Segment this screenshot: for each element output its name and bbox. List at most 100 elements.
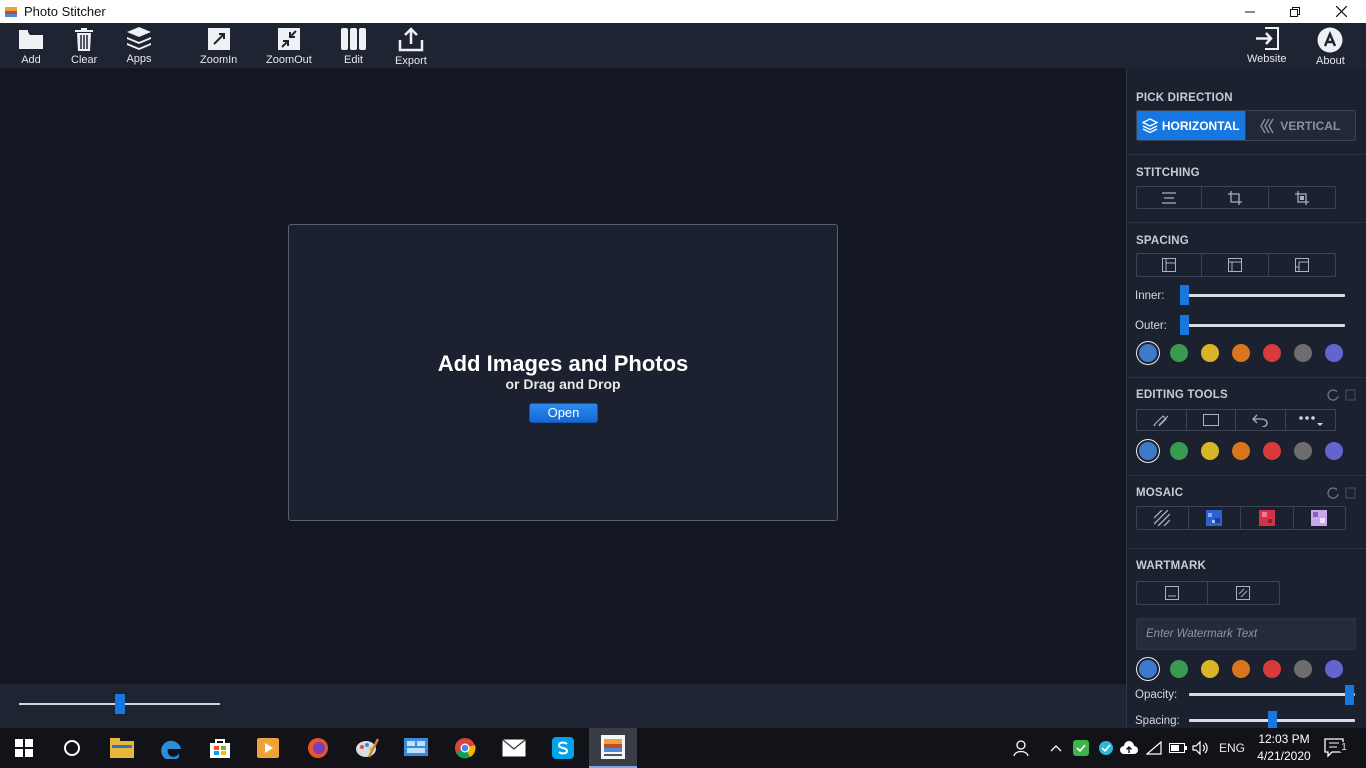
swatch-orange[interactable]	[1232, 442, 1250, 460]
swatch-red[interactable]	[1263, 344, 1281, 362]
swatch-purple[interactable]	[1325, 344, 1343, 362]
swatch-orange[interactable]	[1232, 660, 1250, 678]
swatch-green[interactable]	[1170, 344, 1188, 362]
skype-button[interactable]	[539, 728, 587, 768]
drop-zone[interactable]: Add Images and Photos or Drag and Drop O…	[288, 224, 838, 521]
inner-slider-thumb[interactable]	[1180, 285, 1189, 305]
action-center-button[interactable]: 1	[1324, 728, 1350, 768]
zoom-in-button[interactable]: ZoomIn	[200, 26, 237, 66]
minimize-button[interactable]	[1227, 0, 1273, 23]
apps-button[interactable]: Apps	[125, 26, 153, 65]
control-panel-button[interactable]	[392, 728, 440, 768]
more-tools-button[interactable]	[1286, 410, 1336, 430]
watermark-text-button[interactable]	[1137, 582, 1208, 604]
swatch-yellow[interactable]	[1201, 442, 1219, 460]
language-indicator[interactable]: ENG	[1219, 728, 1245, 768]
export-button[interactable]: Export	[395, 26, 427, 67]
onedrive-tray-icon[interactable]	[1120, 728, 1138, 768]
store-button[interactable]	[196, 728, 244, 768]
swatch-blue[interactable]	[1139, 442, 1157, 460]
zoom-out-button[interactable]: ZoomOut	[266, 26, 312, 66]
stitch-align-button[interactable]	[1137, 187, 1203, 208]
close-button[interactable]	[1318, 0, 1364, 23]
media-player-button[interactable]	[244, 728, 292, 768]
swatch-gray[interactable]	[1294, 344, 1312, 362]
file-explorer-button[interactable]	[98, 728, 146, 768]
spacing-center-button[interactable]	[1202, 254, 1269, 276]
people-button[interactable]	[1012, 728, 1030, 768]
mail-button[interactable]	[490, 728, 538, 768]
store-icon	[210, 739, 230, 758]
swatch-gray[interactable]	[1294, 660, 1312, 678]
outer-slider-track[interactable]	[1185, 324, 1345, 327]
delete-icon[interactable]	[1345, 389, 1356, 401]
swatch-orange[interactable]	[1232, 344, 1250, 362]
website-button[interactable]: Website	[1247, 26, 1287, 65]
search-button[interactable]	[48, 728, 96, 768]
reset-icon[interactable]	[1327, 389, 1339, 401]
security-tray-icon[interactable]	[1073, 728, 1089, 768]
swatch-green[interactable]	[1170, 442, 1188, 460]
rectangle-tool-button[interactable]	[1187, 410, 1236, 430]
stitch-crop-fit-button[interactable]	[1269, 187, 1335, 208]
stitch-canvas[interactable]: Add Images and Photos or Drag and Drop O…	[0, 68, 1126, 684]
mosaic-hatch-button[interactable]	[1137, 507, 1189, 529]
volume-tray-icon[interactable]	[1192, 728, 1210, 768]
chrome-button[interactable]	[441, 728, 489, 768]
swatch-green[interactable]	[1170, 660, 1188, 678]
swatch-blue[interactable]	[1139, 660, 1157, 678]
swatch-yellow[interactable]	[1201, 344, 1219, 362]
vertical-button[interactable]: VERTICAL	[1245, 111, 1355, 140]
text-box-icon	[1164, 586, 1179, 600]
swatch-purple[interactable]	[1325, 442, 1343, 460]
swatch-yellow[interactable]	[1201, 660, 1219, 678]
watermark-image-button[interactable]	[1208, 582, 1280, 604]
restore-button[interactable]	[1272, 0, 1318, 23]
opacity-slider-thumb[interactable]	[1345, 685, 1354, 705]
mosaic-red-button[interactable]	[1241, 507, 1294, 529]
edge-button[interactable]	[148, 728, 196, 768]
columns-icon	[341, 28, 366, 50]
minimize-icon	[1245, 11, 1255, 12]
paint-button[interactable]	[343, 728, 391, 768]
mosaic-purple-button[interactable]	[1294, 507, 1346, 529]
battery-tray-icon[interactable]	[1169, 728, 1187, 768]
website-label: Website	[1247, 53, 1287, 65]
firefox-button[interactable]	[294, 728, 342, 768]
swatch-purple[interactable]	[1325, 660, 1343, 678]
opacity-slider-track[interactable]	[1189, 693, 1355, 696]
shield-check-icon	[1073, 740, 1089, 756]
about-button[interactable]: About	[1316, 26, 1345, 67]
sync-tray-icon[interactable]	[1097, 728, 1115, 768]
watermark-text-input[interactable]: Enter Watermark Text	[1136, 618, 1356, 650]
swatch-red[interactable]	[1263, 660, 1281, 678]
start-button[interactable]	[0, 728, 48, 768]
zoom-slider-thumb[interactable]	[115, 694, 125, 714]
add-button[interactable]: Add	[17, 26, 45, 66]
inner-slider-track[interactable]	[1185, 294, 1345, 297]
swatch-blue[interactable]	[1139, 344, 1157, 362]
horizontal-button[interactable]: HORIZONTAL	[1137, 111, 1246, 140]
drop-subtitle: or Drag and Drop	[505, 376, 621, 392]
network-tray-icon[interactable]	[1146, 728, 1162, 768]
spacing-slider-thumb[interactable]	[1268, 711, 1277, 728]
open-button[interactable]: Open	[529, 403, 598, 423]
undo-button[interactable]	[1236, 410, 1286, 430]
stitch-crop-button[interactable]	[1202, 187, 1269, 208]
edit-button[interactable]: Edit	[340, 26, 367, 66]
divider	[1127, 548, 1366, 549]
swatch-gray[interactable]	[1294, 442, 1312, 460]
swatch-red[interactable]	[1263, 442, 1281, 460]
pen-icon	[1153, 415, 1169, 426]
photo-stitcher-taskbar-button[interactable]	[589, 728, 637, 768]
mosaic-blue-button[interactable]	[1189, 507, 1241, 529]
pen-tool-button[interactable]	[1137, 410, 1187, 430]
spacing-left-button[interactable]	[1137, 254, 1203, 276]
reset-icon[interactable]	[1327, 487, 1339, 499]
outer-slider-thumb[interactable]	[1180, 315, 1189, 335]
clear-button[interactable]: Clear	[71, 26, 97, 66]
delete-icon[interactable]	[1345, 487, 1356, 499]
tray-overflow-button[interactable]	[1050, 728, 1062, 768]
taskbar-clock[interactable]: 12:03 PM 4/21/2020	[1250, 731, 1318, 765]
spacing-right-button[interactable]	[1269, 254, 1335, 276]
